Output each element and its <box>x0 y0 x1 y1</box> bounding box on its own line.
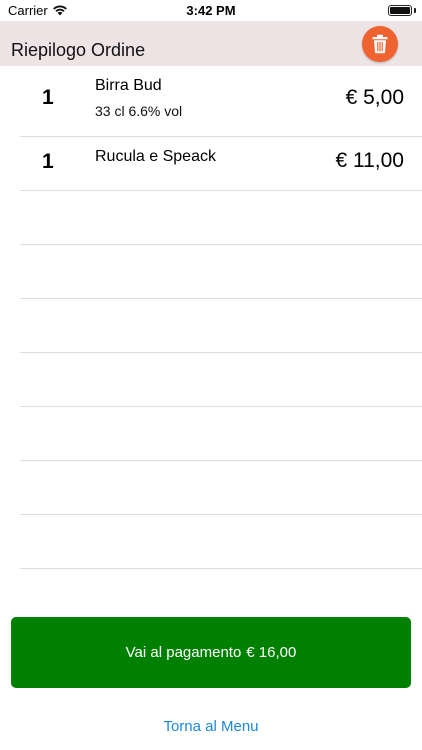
item-description: 33 cl 6.6% vol <box>95 103 183 119</box>
navigation-bar: Riepilogo Ordine <box>0 21 422 66</box>
item-name: Rucula e Speack <box>95 148 216 165</box>
order-row[interactable]: 1 Rucula e Speack € 11,00 <box>20 137 422 191</box>
empty-row <box>20 299 422 353</box>
empty-row <box>20 461 422 515</box>
empty-row <box>20 353 422 407</box>
item-quantity: 1 <box>42 86 54 109</box>
battery-cap <box>414 8 416 13</box>
trash-icon <box>372 34 388 54</box>
order-list[interactable]: 1 Birra Bud 33 cl 6.6% vol € 5,00 1 Rucu… <box>0 66 422 590</box>
clear-order-button[interactable] <box>362 26 398 62</box>
empty-row <box>20 407 422 461</box>
back-to-menu-link[interactable]: Torna al Menu <box>0 718 422 735</box>
empty-row <box>20 515 422 569</box>
battery-full-icon <box>388 5 412 16</box>
item-price: € 5,00 <box>345 86 404 109</box>
empty-row <box>20 245 422 299</box>
clock: 3:42 PM <box>186 3 236 18</box>
checkout-label: Vai al pagamento <box>125 644 242 661</box>
checkout-total: € 16,00 <box>246 644 297 661</box>
order-row[interactable]: 1 Birra Bud 33 cl 6.6% vol € 5,00 <box>20 66 422 137</box>
item-quantity: 1 <box>42 150 54 173</box>
item-name: Birra Bud <box>95 77 162 94</box>
page-title: Riepilogo Ordine <box>11 40 146 60</box>
checkout-button[interactable]: Vai al pagamento € 16,00 <box>11 617 411 688</box>
item-price: € 11,00 <box>335 149 404 172</box>
empty-row <box>20 191 422 245</box>
status-bar: Carrier 3:42 PM <box>0 0 422 21</box>
